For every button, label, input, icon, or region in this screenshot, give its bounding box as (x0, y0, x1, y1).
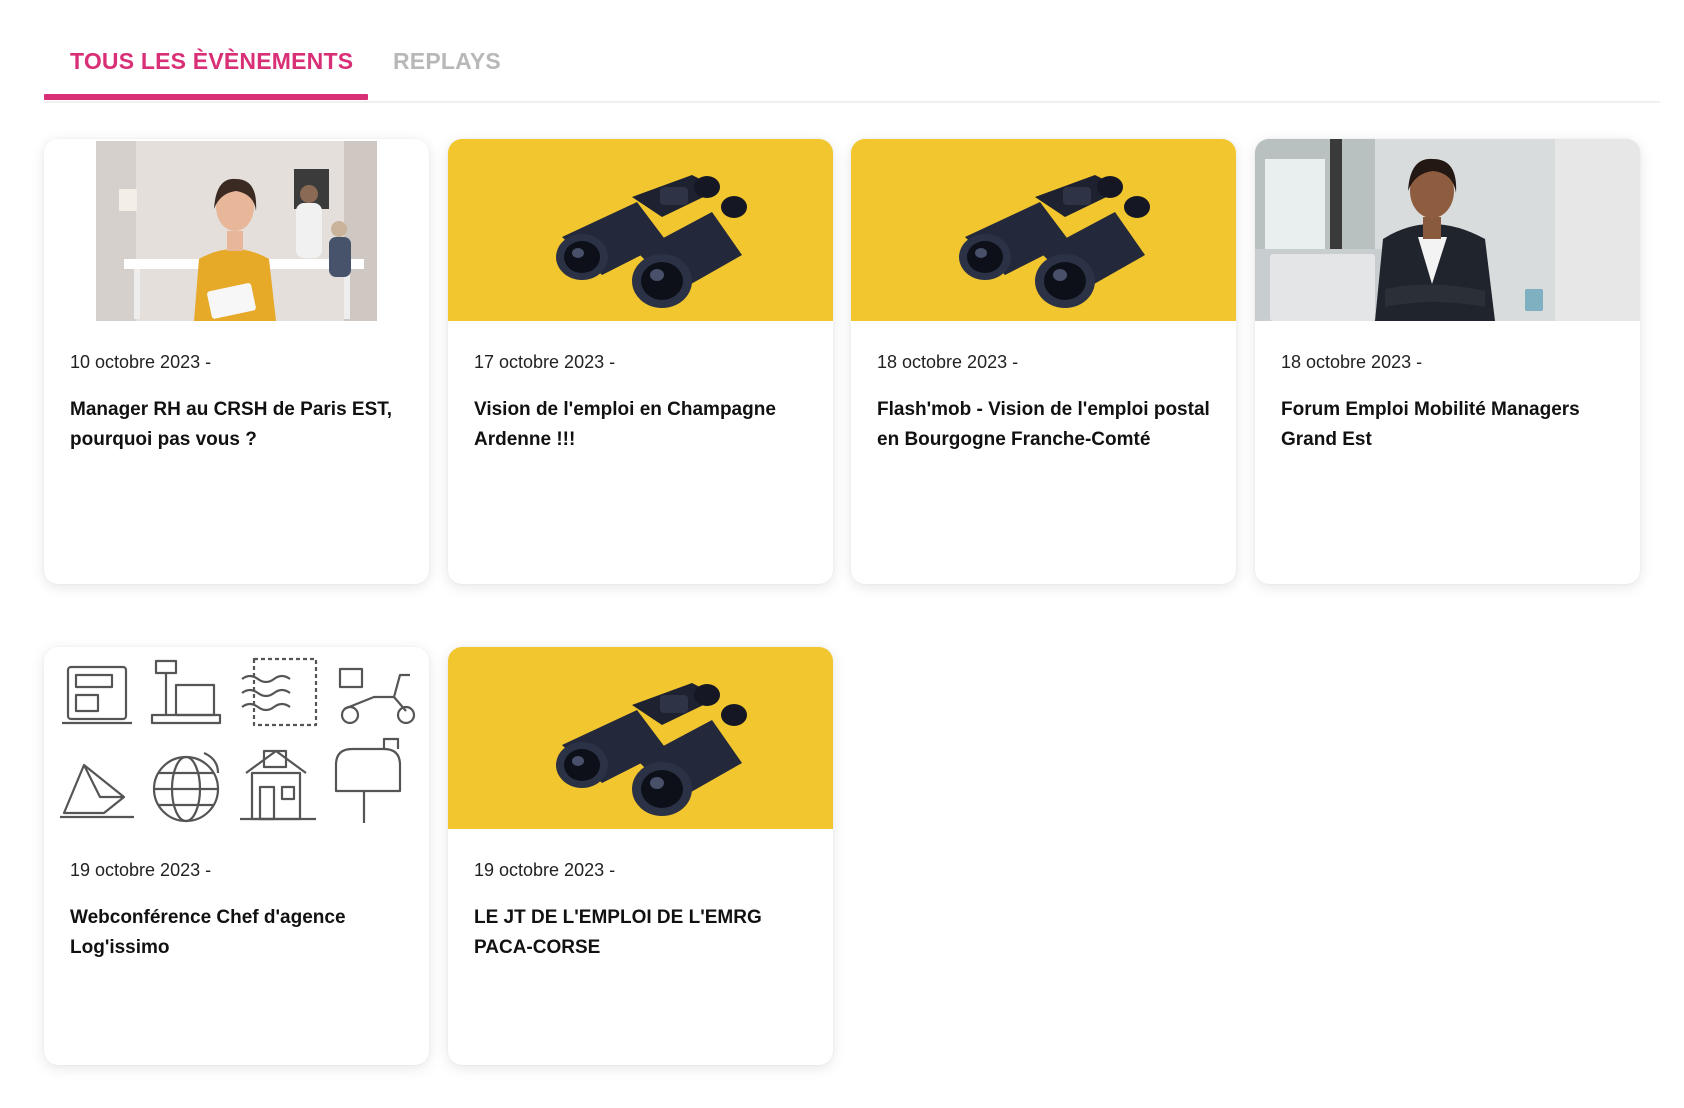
binoculars-image (448, 647, 833, 829)
event-tabs: TOUS LES ÈVÈNEMENTS REPLAYS (44, 0, 1660, 103)
event-date: 19 octobre 2023 - (70, 860, 212, 880)
event-date: 18 octobre 2023 - (877, 352, 1019, 372)
event-card[interactable]: 18 octobre 2023 - Forum Emploi Mobilité … (1255, 139, 1640, 584)
binoculars-image (851, 139, 1236, 321)
event-image-businesswoman (1255, 139, 1640, 321)
event-date: 19 octobre 2023 - (474, 860, 616, 880)
event-date: 17 octobre 2023 - (474, 352, 616, 372)
tab-all-events[interactable]: TOUS LES ÈVÈNEMENTS (70, 48, 353, 75)
event-card[interactable]: 17 octobre 2023 - Vision de l'emploi en … (448, 139, 833, 584)
event-card[interactable]: 19 octobre 2023 - LE JT DE L'EMPLOI DE L… (448, 647, 833, 1065)
tab-replays[interactable]: REPLAYS (393, 48, 501, 75)
event-card[interactable]: 10 octobre 2023 - Manager RH au CRSH de … (44, 139, 429, 584)
active-tab-indicator (44, 94, 368, 100)
event-card[interactable]: 18 octobre 2023 - Flash'mob - Vision de … (851, 139, 1236, 584)
event-title[interactable]: Flash'mob - Vision de l'emploi postal en… (877, 395, 1212, 455)
event-image-woman-office (44, 139, 429, 321)
binoculars-image (448, 139, 833, 321)
event-title[interactable]: Webconférence Chef d'agence Log'issimo (70, 903, 405, 963)
event-card[interactable]: 19 octobre 2023 - Webconférence Chef d'a… (44, 647, 429, 1065)
postal-icons-image (44, 647, 429, 829)
event-date: 18 octobre 2023 - (1281, 352, 1423, 372)
event-title[interactable]: Manager RH au CRSH de Paris EST, pourquo… (70, 395, 405, 455)
event-date: 10 octobre 2023 - (70, 352, 212, 372)
event-title[interactable]: Forum Emploi Mobilité Managers Grand Est (1281, 395, 1616, 455)
event-title[interactable]: Vision de l'emploi en Champagne Ardenne … (474, 395, 809, 455)
event-title[interactable]: LE JT DE L'EMPLOI DE L'EMRG PACA-CORSE (474, 903, 809, 963)
